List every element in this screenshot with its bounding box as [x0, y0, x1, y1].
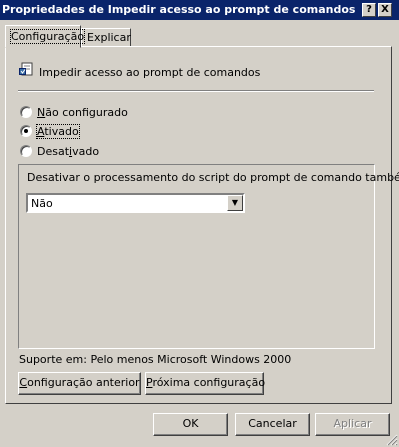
policy-name: Impedir acesso ao prompt de comandos — [39, 66, 261, 79]
tab-explicar-label: Explicar — [87, 31, 131, 44]
policy-setting-icon — [19, 62, 33, 76]
label-prefix: Desat — [37, 145, 70, 158]
close-button[interactable]: X — [378, 3, 392, 17]
label-rest: vado — [72, 145, 100, 158]
ok-button[interactable]: OK — [153, 413, 228, 436]
radio-label: Desativado — [37, 145, 99, 158]
label-rest: róxima configuração — [152, 376, 266, 389]
chevron-down-icon[interactable]: ▼ — [227, 195, 243, 211]
window-title: Propriedades de Impedir acesso ao prompt… — [2, 3, 356, 16]
script-processing-select[interactable]: Não ▼ — [26, 193, 245, 213]
radio-button[interactable] — [20, 145, 32, 157]
resize-grip-icon[interactable] — [386, 434, 398, 446]
tab-configuracao-label: Configuração — [9, 29, 86, 44]
label-rest: onfiguração anterior — [27, 376, 140, 389]
help-button[interactable]: ? — [362, 3, 376, 17]
options-question: Desativar o processamento do script do p… — [27, 171, 399, 184]
apply-button[interactable]: Aplicar — [315, 413, 390, 436]
radio-selected-dot — [24, 129, 28, 133]
radio-button[interactable] — [20, 106, 32, 118]
cancel-button[interactable]: Cancelar — [235, 413, 310, 436]
label-rest: ão configurado — [45, 106, 128, 119]
mnemonic: C — [19, 376, 28, 389]
select-value: Não — [31, 197, 53, 210]
header-divider — [18, 90, 374, 92]
label-rest: tivado — [44, 125, 79, 138]
tab-explicar[interactable]: Explicar — [81, 28, 131, 47]
next-setting-button[interactable]: Próxima configuração — [145, 372, 266, 395]
title-bar[interactable]: Propriedades de Impedir acesso ao prompt… — [0, 0, 399, 20]
radio-label: Ativado — [36, 124, 80, 139]
options-box — [18, 164, 375, 349]
radio-label: Não configurado — [37, 106, 128, 119]
radio-button[interactable] — [20, 125, 32, 137]
mnemonic: N — [37, 106, 46, 119]
previous-setting-button[interactable]: Configuração anterior — [18, 372, 141, 395]
tab-configuracao[interactable]: Configuração — [5, 25, 86, 48]
support-text: Suporte em: Pelo menos Microsoft Windows… — [19, 353, 292, 366]
